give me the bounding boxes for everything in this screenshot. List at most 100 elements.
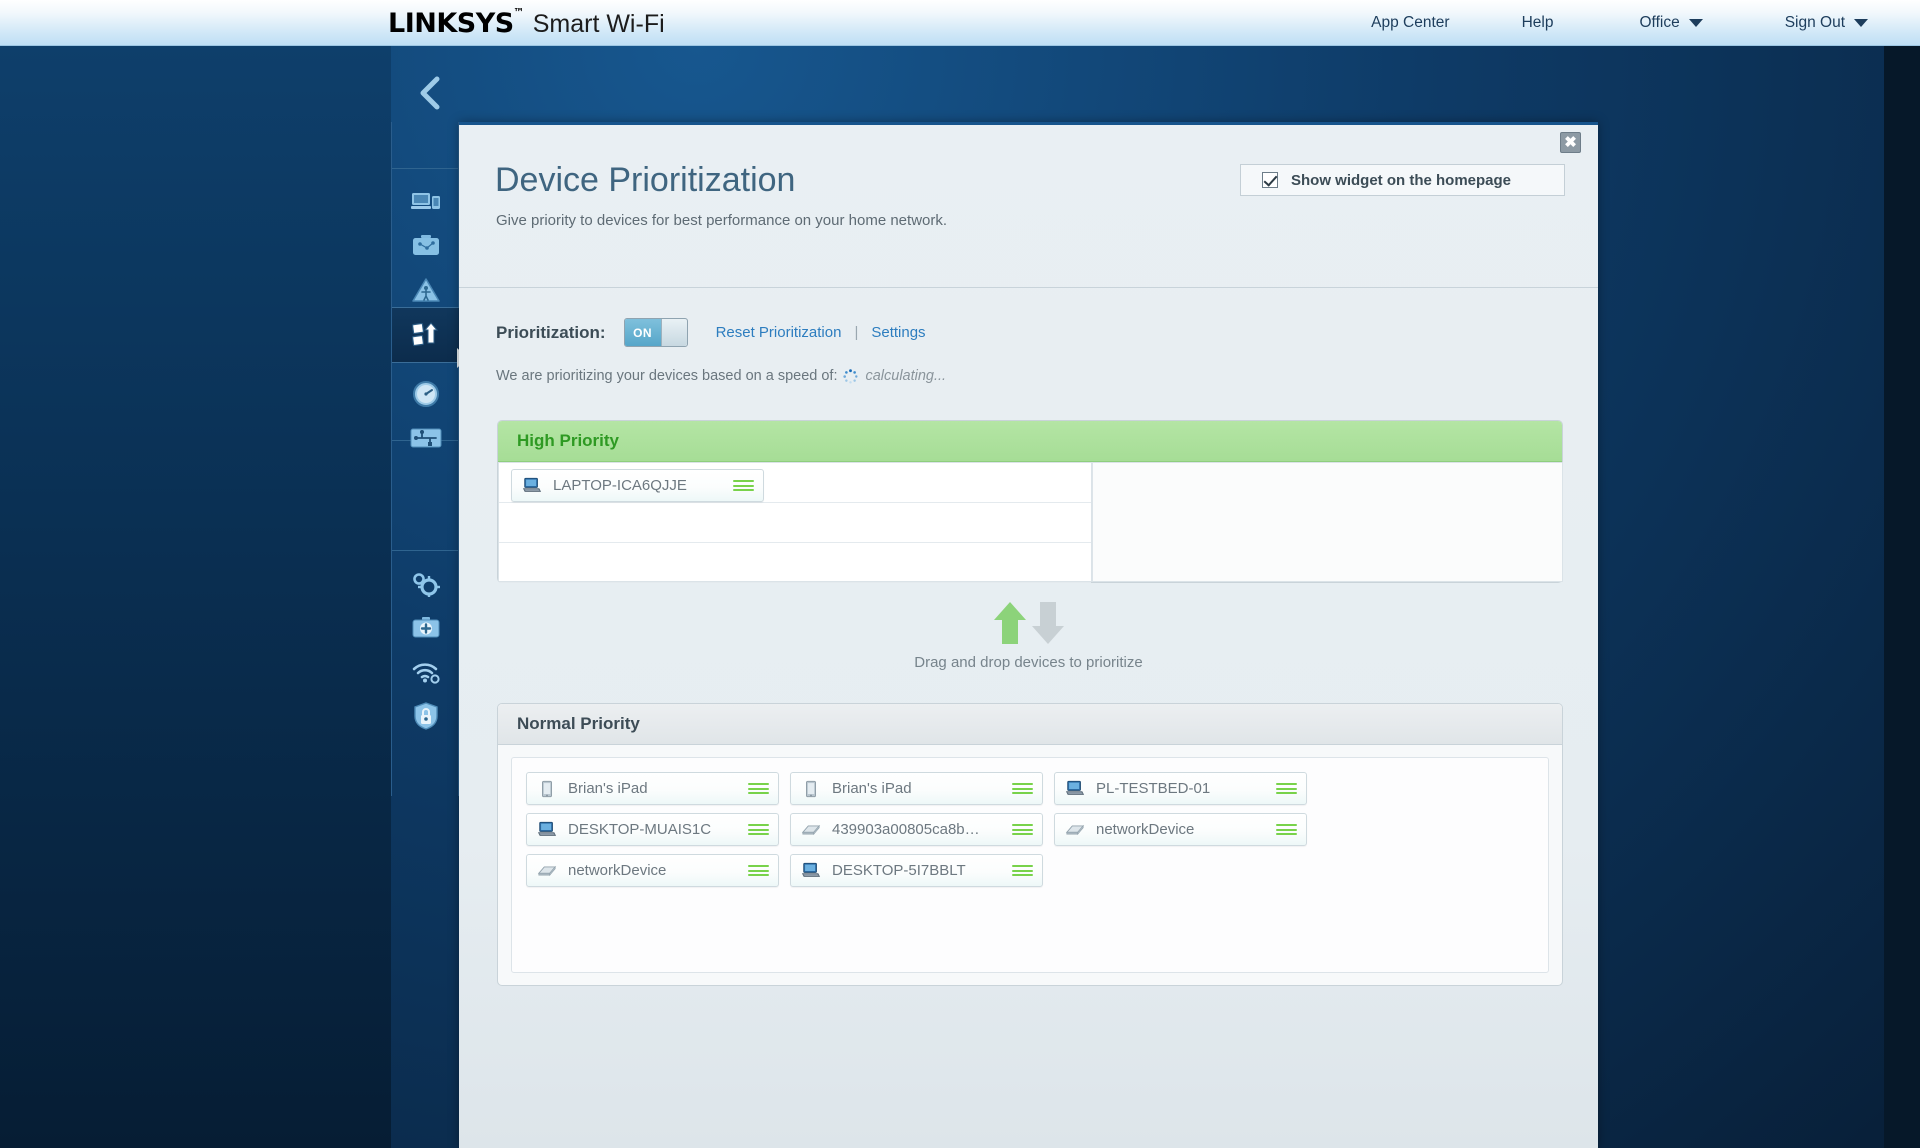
trademark-icon: ™ — [513, 6, 524, 19]
normal-priority-panel: Normal Priority Brian's iPad Brian's iPa… — [497, 703, 1563, 986]
device-tile[interactable]: Brian's iPad — [790, 772, 1043, 805]
settings-link[interactable]: Settings — [871, 324, 925, 341]
normal-priority-device-grid: Brian's iPad Brian's iPad PL-TESTBED-01 … — [526, 772, 1336, 887]
sidebar-item-usb-storage[interactable] — [392, 411, 460, 465]
tablet-icon — [542, 780, 552, 797]
chevron-left-icon — [420, 76, 440, 110]
brand-logo: LINKSYS ™ Smart Wi-Fi — [388, 6, 665, 39]
drag-handle-icon[interactable] — [1012, 865, 1033, 876]
generic-device-icon — [1065, 824, 1085, 835]
dropzone-row[interactable] — [499, 543, 1091, 583]
nav-app-center[interactable]: App Center — [1349, 14, 1471, 32]
drag-handle-icon[interactable] — [1276, 783, 1297, 794]
chevron-down-icon — [1854, 19, 1868, 27]
device-name: Brian's iPad — [832, 780, 912, 797]
generic-device-icon — [801, 824, 821, 835]
drag-handle-icon[interactable] — [1012, 783, 1033, 794]
show-widget-label: Show widget on the homepage — [1291, 171, 1512, 189]
device-name: networkDevice — [568, 862, 667, 879]
page-subtitle: Give priority to devices for best perfor… — [496, 212, 948, 229]
speed-status-value: calculating... — [865, 368, 947, 384]
drag-handle-icon[interactable] — [748, 865, 769, 876]
prioritization-toggle-state: ON — [624, 319, 661, 346]
device-tile[interactable]: 439903a00805ca8b… — [790, 813, 1043, 846]
device-prioritization-panel: ✖ Device Prioritization Give priority to… — [459, 122, 1598, 1148]
desktop-icon — [537, 821, 557, 836]
device-name: LAPTOP-ICA6QJJE — [553, 477, 687, 494]
show-widget-checkbox[interactable] — [1262, 172, 1278, 188]
guest-access-icon — [413, 235, 439, 255]
prioritization-links: Reset Prioritization | Settings — [716, 324, 926, 341]
back-button[interactable] — [404, 68, 454, 118]
high-priority-header: High Priority — [498, 421, 1562, 462]
nav-help-label: Help — [1521, 14, 1554, 31]
drag-handle-icon[interactable] — [1012, 824, 1033, 835]
connectivity-icon — [413, 573, 440, 597]
high-priority-dropzone-right[interactable] — [1092, 462, 1563, 582]
prioritization-toggle[interactable]: ON — [623, 318, 688, 347]
speed-status-prefix: We are prioritizing your devices based o… — [496, 368, 838, 384]
drag-handle-icon[interactable] — [1276, 824, 1297, 835]
normal-priority-header: Normal Priority — [498, 704, 1562, 745]
sidebar-item-device-prioritization[interactable] — [392, 307, 460, 363]
device-tile[interactable]: PL-TESTBED-01 — [1054, 772, 1307, 805]
drag-handle-icon[interactable] — [733, 480, 754, 491]
nav-sign-out-label: Sign Out — [1784, 14, 1845, 31]
arrow-up-icon — [993, 602, 1026, 644]
nav-sign-out[interactable]: Sign Out — [1763, 14, 1890, 32]
device-tile[interactable]: networkDevice — [526, 854, 779, 887]
device-tile[interactable]: networkDevice — [1054, 813, 1307, 846]
top-navigation: App Center Help Office Sign Out — [1349, 0, 1920, 46]
brand-smart-wifi-text: Smart Wi-Fi — [532, 10, 665, 38]
device-tile[interactable]: LAPTOP-ICA6QJJE — [511, 469, 764, 502]
tablet-icon — [806, 780, 816, 797]
brand-linksys-text: LINKSYS ™ — [388, 6, 524, 39]
usb-storage-icon — [410, 428, 442, 448]
show-widget-checkbox-row[interactable]: Show widget on the homepage — [1240, 164, 1565, 196]
drag-arrows — [459, 600, 1598, 646]
chevron-down-icon — [1688, 19, 1703, 27]
normal-priority-dropzone[interactable]: Brian's iPad Brian's iPad PL-TESTBED-01 … — [511, 757, 1549, 973]
device-name: Brian's iPad — [568, 780, 648, 797]
device-tile[interactable]: DESKTOP-MUAIS1C — [526, 813, 779, 846]
nav-help[interactable]: Help — [1500, 14, 1576, 32]
drag-drop-hint-text: Drag and drop devices to prioritize — [914, 654, 1143, 671]
sidebar-rail — [391, 122, 460, 796]
page-title: Device Prioritization — [495, 161, 796, 199]
device-list-icon — [411, 193, 440, 209]
loading-spinner-icon — [843, 368, 859, 384]
speed-test-icon — [413, 381, 439, 407]
nav-app-center-label: App Center — [1371, 14, 1450, 31]
desktop-icon — [801, 862, 821, 877]
drag-handle-icon[interactable] — [748, 824, 769, 835]
device-name: DESKTOP-MUAIS1C — [568, 821, 712, 838]
nav-office-label: Office — [1639, 14, 1680, 31]
security-icon — [414, 702, 438, 730]
laptop-icon — [522, 477, 542, 492]
drag-drop-hint: Drag and drop devices to prioritize — [459, 600, 1598, 671]
background-right-strip — [1884, 46, 1920, 1148]
device-tile[interactable]: Brian's iPad — [526, 772, 779, 805]
dropzone-row[interactable] — [499, 503, 1091, 543]
prioritization-controls: Prioritization: ON Reset Prioritization … — [496, 318, 926, 347]
parental-controls-icon — [412, 277, 440, 302]
speed-status-line: We are prioritizing your devices based o… — [496, 368, 946, 384]
high-priority-panel: High Priority LAPTOP-ICA6QJJE — [497, 420, 1563, 583]
device-name: 439903a00805ca8b… — [832, 821, 980, 838]
reset-prioritization-link[interactable]: Reset Prioritization — [716, 324, 842, 341]
nav-office[interactable]: Office — [1617, 14, 1724, 32]
arrow-down-icon — [1031, 602, 1064, 644]
device-name: DESKTOP-5I7BBLT — [832, 862, 966, 879]
device-tile[interactable]: DESKTOP-5I7BBLT — [790, 854, 1043, 887]
wireless-icon — [412, 663, 440, 684]
troubleshooting-icon — [412, 617, 440, 638]
prioritization-label: Prioritization: — [496, 322, 606, 342]
top-bar: LINKSYS ™ Smart Wi-Fi App Center Help Off… — [0, 0, 1920, 46]
generic-device-icon — [537, 865, 557, 876]
prioritization-toggle-knob — [660, 319, 687, 346]
drag-handle-icon[interactable] — [748, 783, 769, 794]
background-left — [0, 46, 391, 1148]
device-prioritization-icon — [411, 322, 439, 347]
device-name: PL-TESTBED-01 — [1096, 780, 1211, 797]
sidebar-item-security[interactable] — [392, 689, 460, 743]
